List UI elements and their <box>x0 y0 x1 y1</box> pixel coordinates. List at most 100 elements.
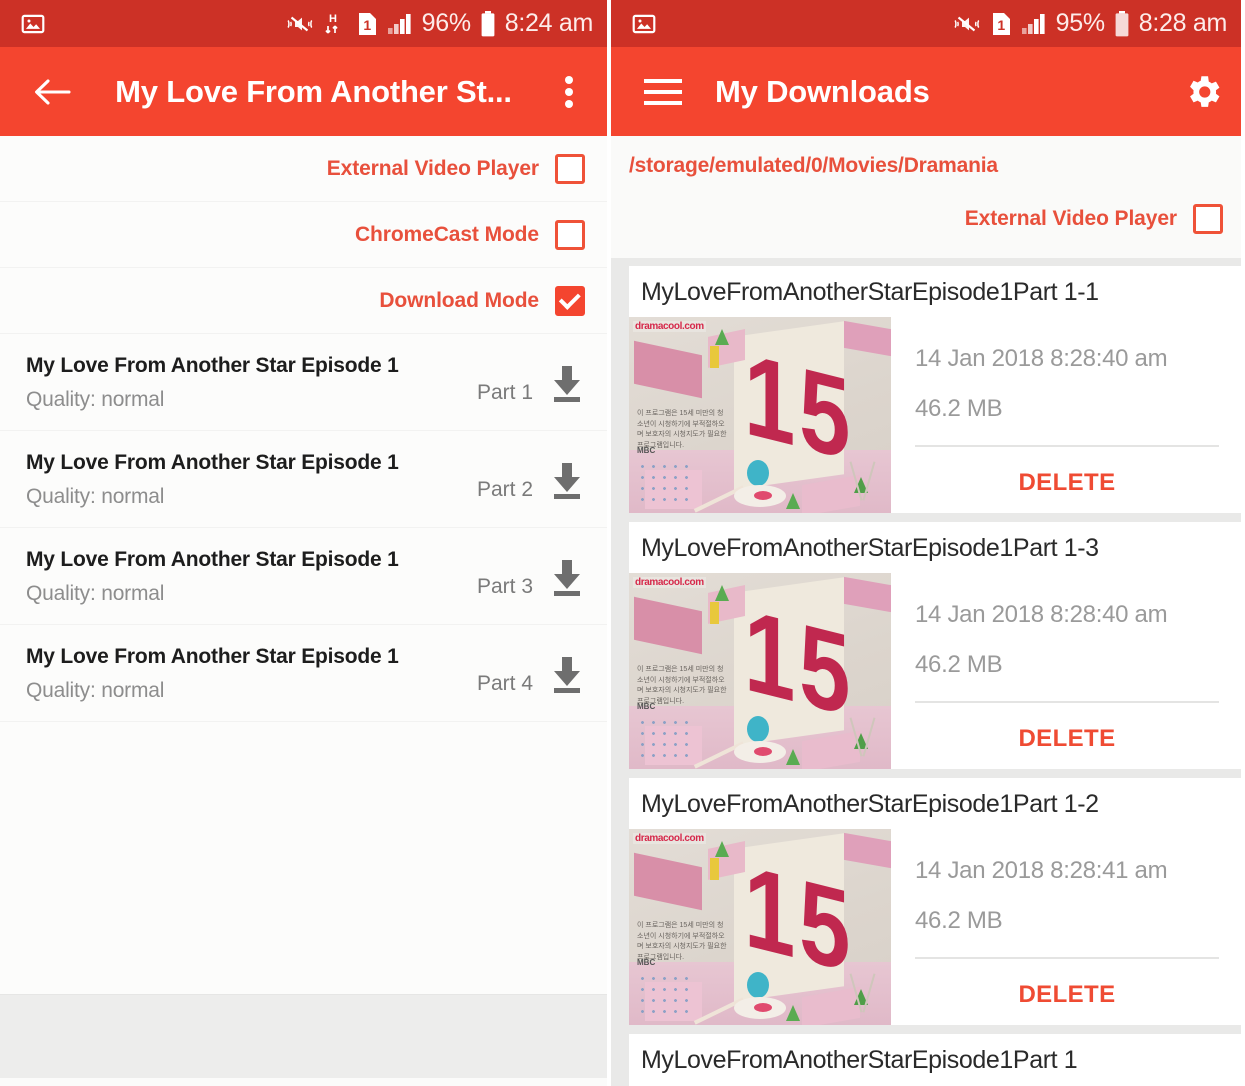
storage-path-block: /storage/emulated/0/Movies/Dramania Exte… <box>611 136 1241 258</box>
thumbnail-broadcaster-logo: MBC <box>637 446 656 456</box>
back-button[interactable] <box>0 75 104 109</box>
download-card[interactable]: MyLoveFromAnotherStarEpisode1Part 1-2 15 <box>629 778 1241 1025</box>
svg-text:1: 1 <box>997 17 1005 33</box>
episode-list: My Love From Another Star Episode 1 Qual… <box>0 334 607 722</box>
thumbnail-korean-notice: 이 프로그램은 15세 미만의 청소년이 시청하기에 부적절하오며 보호자의 시… <box>637 922 727 961</box>
video-thumbnail[interactable]: 15 dramacool.com 이 프로그램은 15세 미만의 청소년이 시청… <box>629 317 891 513</box>
download-date: 14 Jan 2018 8:28:41 am <box>915 857 1168 884</box>
list-item[interactable]: My Love From Another Star Episode 1 Qual… <box>0 528 607 625</box>
delete-button[interactable]: DELETE <box>915 959 1219 1009</box>
episode-title: My Love From Another Star Episode 1 <box>26 354 399 378</box>
svg-text:H: H <box>329 13 337 25</box>
right-status-bar: 1 95% 8:28 am <box>611 0 1241 47</box>
storage-path-label: /storage/emulated/0/Movies/Dramania <box>629 154 998 177</box>
episode-title: My Love From Another Star Episode 1 <box>26 451 399 475</box>
download-card[interactable]: MyLoveFromAnotherStarEpisode1Part 1-3 15 <box>629 522 1241 769</box>
gear-icon <box>1182 71 1224 113</box>
thumbnail-watermark: dramacool.com <box>633 577 706 588</box>
download-icon[interactable] <box>549 461 585 501</box>
mute-vibrate-icon <box>952 12 982 36</box>
battery-percent-label: 95% <box>1055 9 1105 37</box>
option-label: ChromeCast Mode <box>354 222 539 246</box>
download-date: 14 Jan 2018 8:28:40 am <box>915 345 1168 372</box>
clock-label: 8:28 am <box>1138 9 1228 37</box>
option-row-external-video-player[interactable]: External Video Player <box>611 178 1241 258</box>
download-icon[interactable] <box>549 364 585 404</box>
download-card[interactable]: MyLoveFromAnotherStarEpisode1Part 1-1 15 <box>629 266 1241 513</box>
download-size: 46.2 MB <box>915 651 1003 678</box>
svg-text:1: 1 <box>363 17 371 33</box>
chromecast-mode-checkbox[interactable] <box>555 219 585 250</box>
episode-quality: Quality: normal <box>26 484 165 508</box>
download-icon[interactable] <box>549 558 585 598</box>
episode-part-label: Part 4 <box>476 672 533 695</box>
overflow-menu-icon <box>564 74 574 110</box>
download-card[interactable]: MyLoveFromAnotherStarEpisode1Part 1 <box>629 1034 1241 1086</box>
episode-quality: Quality: normal <box>26 678 165 702</box>
episode-quality: Quality: normal <box>26 581 165 605</box>
episode-quality: Quality: normal <box>26 387 165 411</box>
external-video-player-checkbox[interactable] <box>555 153 585 184</box>
option-row-chromecast-mode[interactable]: ChromeCast Mode <box>0 202 607 268</box>
page-title: My Downloads <box>715 73 930 109</box>
back-arrow-icon <box>33 75 71 109</box>
hamburger-menu-button[interactable] <box>611 77 715 107</box>
option-row-download-mode[interactable]: Download Mode <box>0 268 607 334</box>
download-title: MyLoveFromAnotherStarEpisode1Part 1-2 <box>641 790 1099 818</box>
sim1-icon: 1 <box>991 11 1012 37</box>
thumbnail-korean-notice: 이 프로그램은 15세 미만의 청소년이 시청하기에 부적절하오며 보호자의 시… <box>637 410 727 449</box>
episode-part-label: Part 3 <box>476 575 533 598</box>
option-label: External Video Player <box>326 156 539 180</box>
download-title: MyLoveFromAnotherStarEpisode1Part 1-1 <box>641 278 1099 306</box>
signal-bars-icon <box>387 12 413 36</box>
option-row-external-video-player[interactable]: External Video Player <box>0 136 607 202</box>
download-mode-checkbox[interactable] <box>555 285 585 316</box>
episode-part-label: Part 1 <box>476 381 533 404</box>
signal-bars-icon <box>1021 12 1047 36</box>
mute-vibrate-icon <box>285 12 315 36</box>
page-title: My Love From Another St... <box>115 73 512 109</box>
episode-title: My Love From Another Star Episode 1 <box>26 548 399 572</box>
left-screen: H 1 96% 8:24 am My Love From Another St.… <box>0 0 611 1086</box>
video-thumbnail[interactable]: 15 dramacool.com 이 프로그램은 15세 미만의 청소년이 시청… <box>629 829 891 1025</box>
download-size: 46.2 MB <box>915 395 1003 422</box>
dual-screenshot-container: H 1 96% 8:24 am My Love From Another St.… <box>0 0 1245 1086</box>
sim1-icon: 1 <box>357 11 378 37</box>
battery-percent-label: 96% <box>421 9 471 37</box>
overflow-menu-button[interactable] <box>531 74 607 110</box>
episode-part-label: Part 2 <box>476 478 533 501</box>
settings-button[interactable] <box>1165 71 1241 113</box>
photo-icon <box>20 11 46 37</box>
option-label: Download Mode <box>379 288 539 312</box>
photo-icon <box>631 11 657 37</box>
download-size: 46.2 MB <box>915 907 1003 934</box>
left-bottom-bar <box>0 994 607 1078</box>
right-screen: 1 95% 8:28 am My Downloads /storage/emul… <box>611 0 1241 1086</box>
battery-icon <box>480 10 496 38</box>
left-status-bar: H 1 96% 8:24 am <box>0 0 607 47</box>
download-date: 14 Jan 2018 8:28:40 am <box>915 601 1168 628</box>
download-icon[interactable] <box>549 655 585 695</box>
thumbnail-watermark: dramacool.com <box>633 321 706 332</box>
episode-title: My Love From Another Star Episode 1 <box>26 645 399 669</box>
list-item[interactable]: My Love From Another Star Episode 1 Qual… <box>0 431 607 528</box>
hspa-data-icon: H <box>324 11 348 37</box>
battery-icon <box>1114 10 1130 38</box>
left-empty-area <box>0 722 607 994</box>
option-label: External Video Player <box>964 207 1177 230</box>
delete-button[interactable]: DELETE <box>915 447 1219 497</box>
thumbnail-watermark: dramacool.com <box>633 833 706 844</box>
list-item[interactable]: My Love From Another Star Episode 1 Qual… <box>0 334 607 431</box>
list-item[interactable]: My Love From Another Star Episode 1 Qual… <box>0 625 607 722</box>
right-app-bar: My Downloads <box>611 47 1241 136</box>
left-app-bar: My Love From Another St... <box>0 47 607 136</box>
download-title: MyLoveFromAnotherStarEpisode1Part 1 <box>641 1046 1078 1074</box>
thumbnail-korean-notice: 이 프로그램은 15세 미만의 청소년이 시청하기에 부적절하오며 보호자의 시… <box>637 666 727 705</box>
video-thumbnail[interactable]: 15 dramacool.com 이 프로그램은 15세 미만의 청소년이 시청… <box>629 573 891 769</box>
downloads-list: MyLoveFromAnotherStarEpisode1Part 1-1 15 <box>611 258 1241 1086</box>
external-video-player-checkbox[interactable] <box>1193 204 1223 234</box>
thumbnail-broadcaster-logo: MBC <box>637 958 656 968</box>
delete-button[interactable]: DELETE <box>915 703 1219 753</box>
hamburger-menu-icon <box>643 77 683 107</box>
thumbnail-broadcaster-logo: MBC <box>637 702 656 712</box>
